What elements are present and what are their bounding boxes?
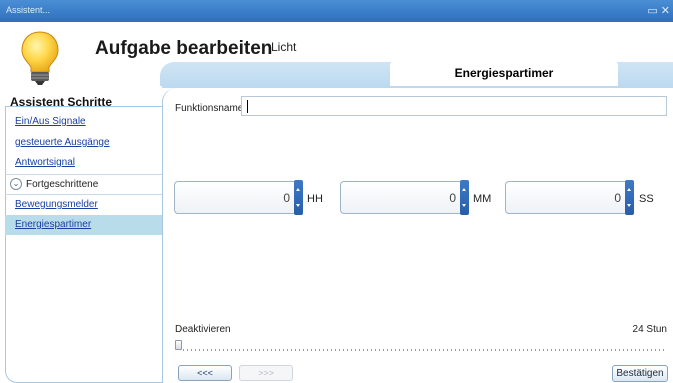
hours-stepper[interactable] — [294, 180, 303, 215]
close-icon[interactable]: ✕ — [661, 4, 673, 17]
sidebar-item-antwortsignal[interactable]: Antwortsignal — [5, 153, 162, 173]
sidebar-item-ein-aus-signale[interactable]: Ein/Aus Signale — [5, 112, 162, 132]
spin-down-icon[interactable] — [462, 204, 466, 207]
page-title: Aufgabe bearbeiten — [95, 38, 273, 59]
seconds-unit: SS — [639, 193, 654, 205]
spin-down-icon[interactable] — [296, 204, 300, 207]
slider-min-label: Deaktivieren — [175, 324, 231, 335]
tab-energiespartimer[interactable]: Energiespartimer — [390, 60, 618, 86]
hours-value: 0 — [283, 191, 290, 205]
minutes-value: 0 — [449, 191, 456, 205]
funktionsname-label: Funktionsname — [175, 103, 244, 114]
sidebar-item-bewegungsmelder[interactable]: Bewegungsmelder — [5, 195, 162, 215]
duration-slider[interactable] — [175, 340, 667, 351]
sidebar-item-energiespartimer[interactable]: Energiespartimer — [5, 215, 162, 235]
hours-input[interactable]: 0 — [174, 181, 299, 214]
chevron-down-icon[interactable]: ⌄ — [10, 178, 22, 190]
seconds-input[interactable]: 0 — [505, 181, 630, 214]
minutes-stepper[interactable] — [460, 180, 469, 215]
spin-up-icon[interactable] — [296, 188, 300, 191]
sidebar-divider — [5, 174, 162, 175]
lightbulb-icon — [21, 31, 59, 85]
text-caret — [247, 100, 248, 113]
spin-up-icon[interactable] — [627, 188, 631, 191]
seconds-value: 0 — [614, 191, 621, 205]
window-titlebar: Assistent... ▭✕ — [0, 0, 673, 22]
window-controls[interactable]: ▭✕ — [647, 4, 673, 17]
slider-ticks — [183, 349, 667, 351]
sidebar-title: Assistent Schritte — [10, 95, 113, 109]
minutes-unit: MM — [473, 193, 492, 205]
sidebar-group-fortgeschrittene[interactable]: ⌄ Fortgeschrittene — [10, 178, 98, 190]
spin-up-icon[interactable] — [462, 188, 466, 191]
maximize-icon[interactable]: ▭ — [647, 4, 660, 17]
sidebar-group-label: Fortgeschrittene — [26, 178, 99, 190]
minutes-input[interactable]: 0 — [340, 181, 465, 214]
funktionsname-input[interactable] — [241, 96, 667, 116]
sidebar-item-gesteuerte-ausgaenge[interactable]: gesteuerte Ausgänge — [5, 133, 162, 153]
spin-down-icon[interactable] — [627, 204, 631, 207]
slider-thumb[interactable] — [175, 340, 182, 350]
confirm-button[interactable]: Bestätigen — [612, 365, 668, 382]
main-panel: Funktionsname 0 HH 0 MM 0 SS Deaktiviere… — [162, 88, 673, 383]
window-title: Assistent... — [6, 5, 51, 15]
prev-button[interactable]: <<< — [178, 365, 232, 381]
slider-max-label: 24 Stun — [632, 324, 667, 335]
seconds-stepper[interactable] — [625, 180, 634, 215]
page-subtitle: Licht — [271, 40, 297, 54]
hours-unit: HH — [307, 193, 323, 205]
sidebar: Assistent Schritte Ein/Aus Signale geste… — [0, 86, 162, 383]
next-button[interactable]: >>> — [239, 365, 293, 381]
